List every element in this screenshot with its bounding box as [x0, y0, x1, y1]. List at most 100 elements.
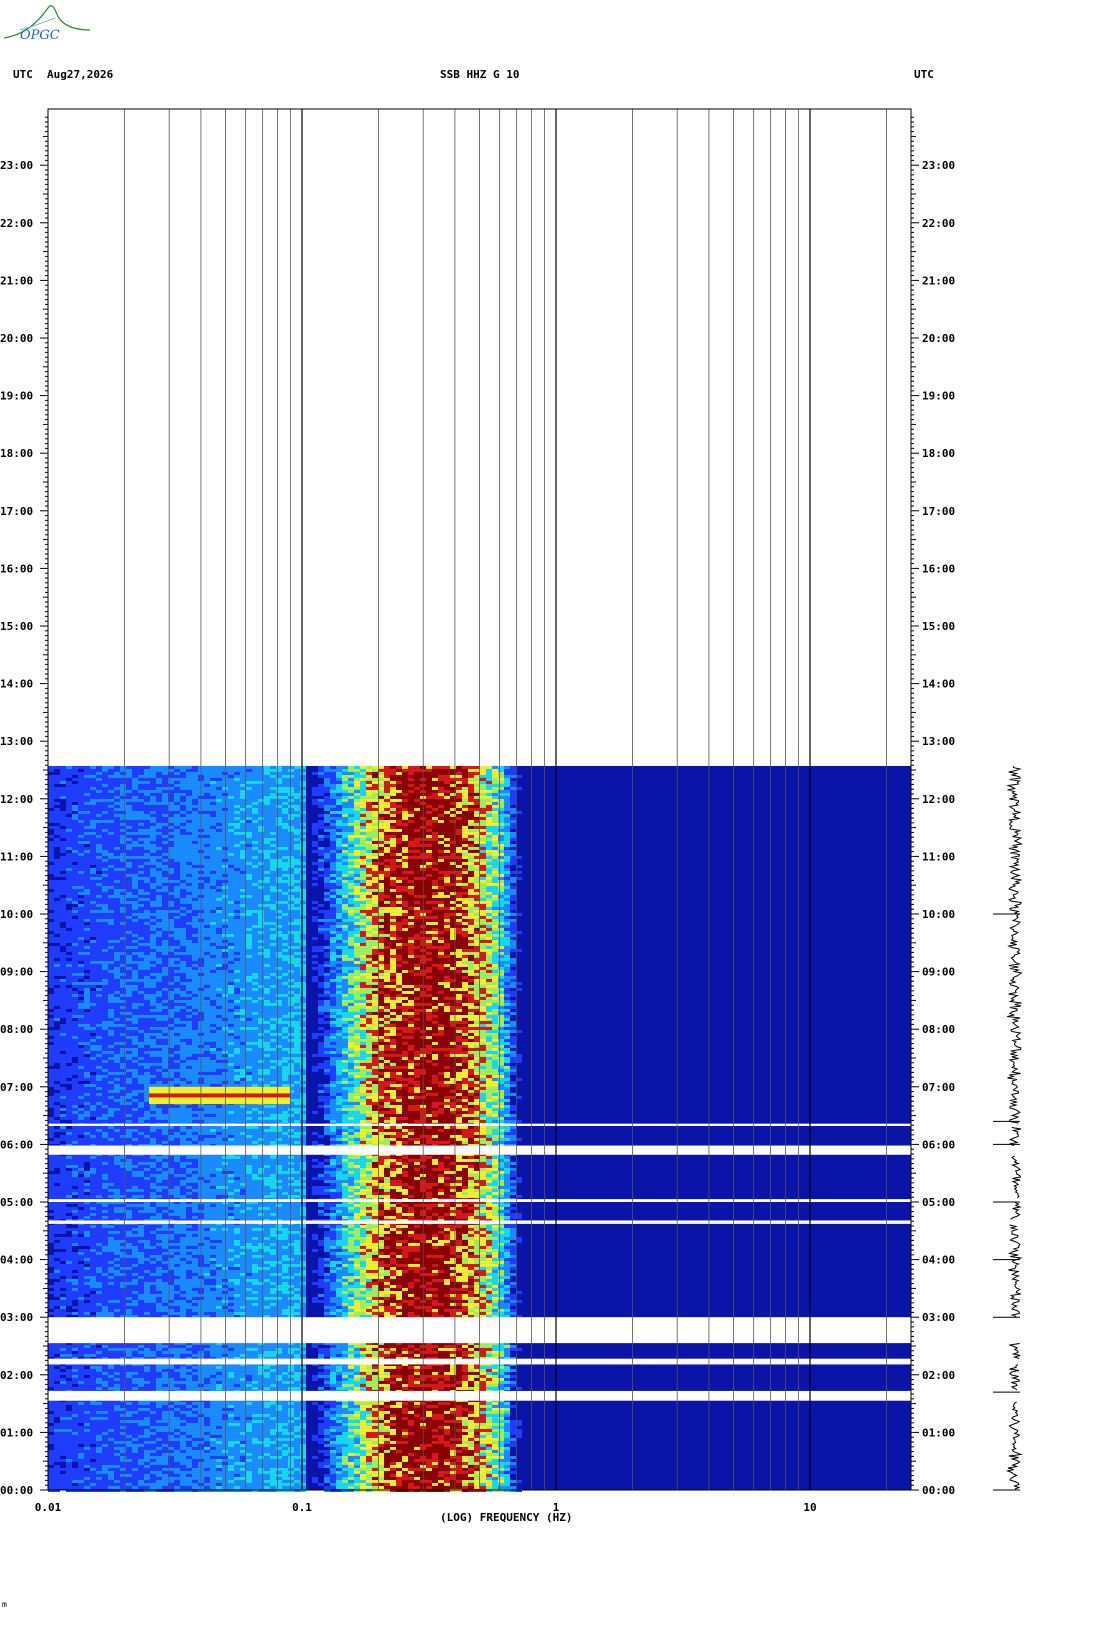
heatmap-cell [162, 864, 168, 868]
heatmap-cell [210, 918, 216, 922]
heatmap-cell [210, 954, 216, 958]
heatmap-cell [90, 927, 96, 931]
heatmap-cell [480, 915, 486, 919]
heatmap-cell [456, 789, 462, 793]
heatmap-cell [144, 963, 150, 967]
heatmap-cell [120, 894, 126, 898]
heatmap-cell [474, 855, 480, 859]
heatmap-cell [258, 921, 264, 925]
heatmap-cell [186, 834, 192, 838]
heatmap-cell [510, 816, 516, 820]
heatmap-cell [294, 918, 300, 922]
heatmap-cell [360, 918, 366, 922]
heatmap-cell [108, 924, 114, 928]
heatmap-cell [348, 948, 354, 952]
heatmap-cell [162, 834, 168, 838]
heatmap-cell [462, 819, 468, 823]
heatmap-cell [72, 891, 78, 895]
heatmap-cell [222, 840, 228, 844]
heatmap-cell [372, 936, 378, 940]
heatmap-cell [396, 846, 402, 850]
heatmap-cell [294, 960, 300, 964]
heatmap-cell [432, 822, 438, 826]
heatmap-cell [372, 876, 378, 880]
heatmap-cell [246, 849, 252, 853]
heatmap-cell [462, 828, 468, 832]
heatmap-cell [342, 924, 348, 928]
heatmap-cell [486, 771, 492, 775]
heatmap-cell [264, 927, 270, 931]
heatmap-cell [330, 837, 336, 841]
heatmap-cell [348, 771, 354, 775]
heatmap-cell [144, 909, 150, 913]
heatmap-cell [150, 915, 156, 919]
heatmap-cell [408, 813, 414, 817]
heatmap-cell [210, 819, 216, 823]
heatmap-cell [474, 960, 480, 964]
heatmap-cell [60, 774, 66, 778]
heatmap-cell [66, 855, 72, 859]
heatmap-cell [498, 795, 504, 799]
heatmap-cell [432, 936, 438, 940]
heatmap-cell [84, 879, 90, 883]
heatmap-cell [258, 813, 264, 817]
heatmap-cell [456, 846, 462, 850]
heatmap-cell [72, 819, 78, 823]
heatmap-cell [378, 786, 384, 790]
heatmap-cell [480, 780, 486, 784]
heatmap-cell [510, 771, 516, 775]
heatmap-cell [438, 906, 444, 910]
heatmap-cell [270, 828, 276, 832]
heatmap-cell [162, 813, 168, 817]
heatmap-cell [90, 861, 96, 865]
heatmap-cell [294, 825, 300, 829]
heatmap-cell [348, 882, 354, 886]
heatmap-cell [336, 933, 342, 937]
heatmap-cell [60, 912, 66, 916]
heatmap-cell [186, 804, 192, 808]
heatmap-cell [258, 783, 264, 787]
heatmap-cell [48, 795, 54, 799]
heatmap-cell [294, 834, 300, 838]
heatmap-cell [360, 819, 366, 823]
heatmap-cell [72, 930, 78, 934]
heatmap-cell [432, 918, 438, 922]
heatmap-cell [330, 846, 336, 850]
heatmap-cell [90, 906, 96, 910]
heatmap-cell [126, 864, 132, 868]
heatmap-cell [132, 924, 138, 928]
heatmap-cell [66, 891, 72, 895]
heatmap-cell [504, 849, 510, 853]
heatmap-cell [270, 771, 276, 775]
heatmap-cell [84, 768, 90, 772]
heatmap-cell [270, 810, 276, 814]
heatmap-cell [138, 798, 144, 802]
heatmap-cell [252, 936, 258, 940]
heatmap-cell [504, 912, 510, 916]
heatmap-cell [234, 816, 240, 820]
heatmap-cell [234, 873, 240, 877]
heatmap-cell [84, 837, 90, 841]
heatmap-cell [108, 945, 114, 949]
heatmap-cell [114, 942, 120, 946]
heatmap-cell [486, 921, 492, 925]
heatmap-cell [276, 795, 282, 799]
heatmap-cell [108, 936, 114, 940]
heatmap-cell [354, 921, 360, 925]
heatmap-cell [204, 867, 210, 871]
heatmap-cell [270, 885, 276, 889]
heatmap-cell [138, 816, 144, 820]
heatmap-cell [426, 957, 432, 961]
heatmap-cell [474, 789, 480, 793]
heatmap-cell [114, 936, 120, 940]
heatmap-cell [354, 867, 360, 871]
heatmap-cell [72, 960, 78, 964]
heatmap-cell [60, 885, 66, 889]
heatmap-cell [360, 930, 366, 934]
heatmap-cell [138, 924, 144, 928]
heatmap-cell [504, 819, 510, 823]
heatmap-cell [114, 861, 120, 865]
heatmap-cell [114, 849, 120, 853]
heatmap-cell [120, 945, 126, 949]
heatmap-cell [408, 942, 414, 946]
